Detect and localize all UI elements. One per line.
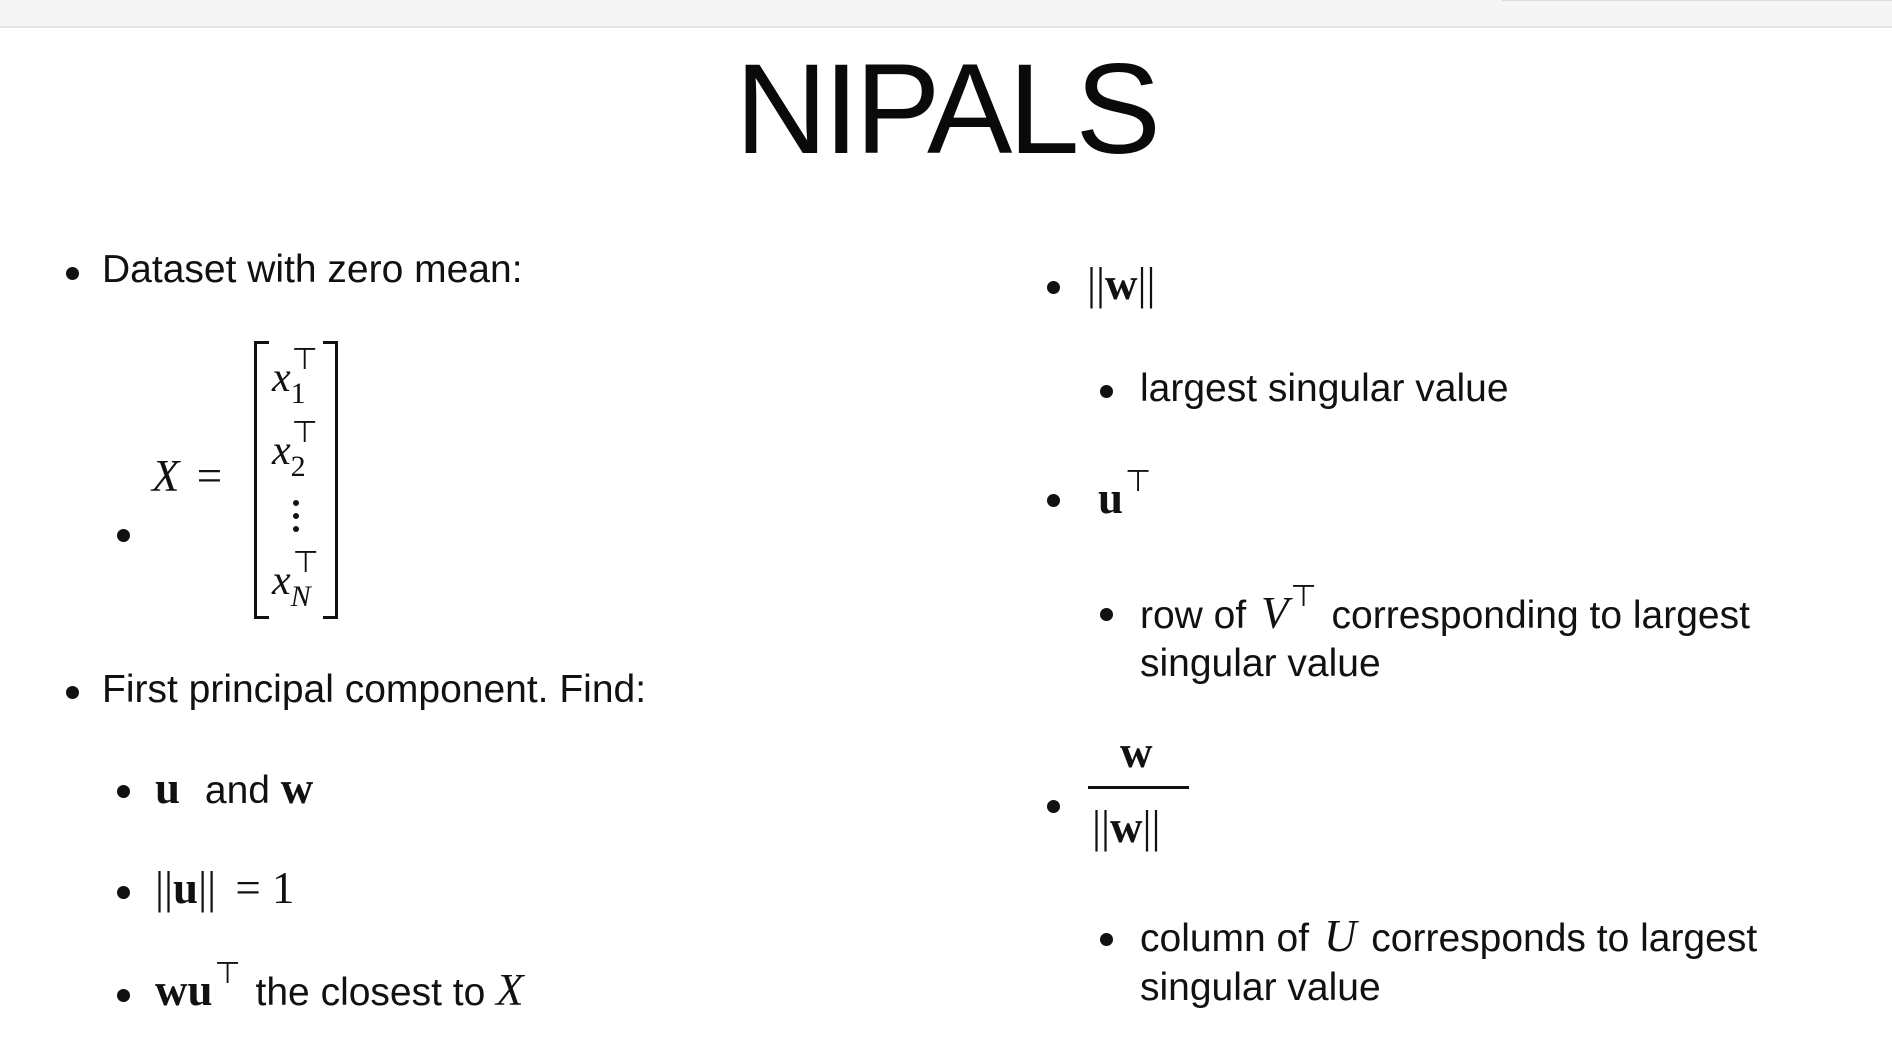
first-pc-label: First principal component. Find: bbox=[102, 668, 647, 711]
matrix-row-n-var: x bbox=[272, 558, 291, 604]
norm-u-close: || bbox=[198, 863, 217, 913]
matrix-row-1: x1⊤ bbox=[272, 343, 318, 410]
fraction-den-var: w bbox=[1110, 802, 1143, 852]
u-transpose-var: u bbox=[1098, 473, 1124, 523]
matrix-lhs-var: X bbox=[152, 451, 180, 501]
u-and-w-w: w bbox=[280, 763, 314, 813]
bullet-column-of-u bbox=[1100, 933, 1113, 946]
item-closest: wu⊤ the closest to X bbox=[155, 957, 524, 1020]
row-of-vt-before: row of bbox=[1140, 594, 1247, 637]
row-of-vt-line2: singular value bbox=[1140, 642, 1381, 685]
matrix-right-bracket bbox=[323, 341, 338, 619]
matrix-equals: = bbox=[196, 451, 223, 501]
bullet-row-of-vt bbox=[1100, 608, 1113, 621]
u-and-w-u: u bbox=[155, 763, 181, 813]
column-of-u-after: corresponds to largest bbox=[1371, 917, 1758, 960]
row-of-vt-line1: row of V⊤ corresponding to largest bbox=[1140, 580, 1750, 643]
item-norm-u: ||u|| = 1 bbox=[155, 864, 294, 912]
closest-u: u bbox=[187, 965, 213, 1015]
bullet-largest-sv bbox=[1100, 385, 1113, 398]
item-u-transpose: u⊤ bbox=[1098, 465, 1151, 528]
norm-w-open: || bbox=[1087, 259, 1106, 309]
matrix-row-1-index: 1 bbox=[290, 377, 306, 410]
fraction-den-close: || bbox=[1142, 802, 1161, 852]
tab-edge-divider bbox=[1502, 0, 1892, 1]
matrix-row-2-transpose: ⊤ bbox=[291, 416, 318, 449]
matrix-left-bracket bbox=[254, 341, 269, 619]
bullet-matrix bbox=[117, 529, 130, 542]
fraction-den-open: || bbox=[1092, 802, 1111, 852]
matrix-row-1-var: x bbox=[272, 355, 291, 401]
norm-u-rhs: = 1 bbox=[235, 863, 295, 913]
fraction-bar bbox=[1088, 786, 1189, 789]
closest-text: the closest to bbox=[255, 971, 486, 1014]
largest-singular-value: largest singular value bbox=[1140, 367, 1509, 410]
column-of-u-before: column of bbox=[1140, 917, 1310, 960]
closest-x: X bbox=[496, 965, 524, 1015]
norm-u-open: || bbox=[155, 863, 174, 913]
bullet-u-and-w bbox=[117, 785, 130, 798]
slide-title: NIPALS bbox=[735, 38, 1161, 181]
bullet-norm-w bbox=[1047, 281, 1060, 294]
fraction-denominator: ||w|| bbox=[1092, 798, 1161, 856]
column-of-u-var: U bbox=[1323, 911, 1357, 961]
item-u-and-w: u and w bbox=[155, 764, 313, 815]
bullet-dataset bbox=[66, 267, 79, 280]
row-of-vt-after: corresponding to largest bbox=[1331, 594, 1750, 637]
column-of-u-line2: singular value bbox=[1140, 966, 1381, 1009]
norm-u-var: u bbox=[173, 863, 199, 913]
matrix-row-2-var: x bbox=[272, 428, 291, 474]
matrix-row-n-transpose: ⊤ bbox=[292, 546, 319, 579]
dataset-label: Dataset with zero mean: bbox=[102, 248, 523, 291]
bullet-closest bbox=[117, 989, 130, 1002]
closest-w: w bbox=[155, 965, 188, 1015]
norm-w-var: w bbox=[1105, 259, 1138, 309]
matrix-ellipsis-dot-2 bbox=[293, 513, 299, 519]
matrix-row-2-index: 2 bbox=[290, 450, 306, 483]
matrix-row-n-index: N bbox=[290, 580, 311, 613]
norm-w-close: || bbox=[1137, 259, 1156, 309]
bullet-u-transpose bbox=[1047, 494, 1060, 507]
row-of-vt-transpose: ⊤ bbox=[1290, 580, 1317, 613]
bullet-first-pc bbox=[66, 686, 79, 699]
matrix-ellipsis-dot-1 bbox=[293, 500, 299, 506]
bullet-fraction bbox=[1047, 800, 1060, 813]
u-transpose-symbol: ⊤ bbox=[1125, 465, 1152, 498]
matrix-ellipsis-dot-3 bbox=[293, 526, 299, 532]
row-of-vt-var: V bbox=[1261, 588, 1289, 638]
bullet-norm-u bbox=[117, 886, 130, 899]
u-and-w-and: and bbox=[204, 769, 270, 812]
matrix-row-n: xN⊤ bbox=[272, 546, 319, 613]
matrix-row-2: x2⊤ bbox=[272, 416, 318, 483]
closest-transpose: ⊤ bbox=[214, 957, 241, 990]
fraction-numerator: w bbox=[1120, 727, 1153, 777]
column-of-u-line1: column of U corresponds to largest bbox=[1140, 912, 1757, 963]
window-top-bar bbox=[0, 0, 1892, 28]
matrix-lhs: X = bbox=[152, 450, 222, 502]
item-norm-w: ||w|| bbox=[1087, 260, 1156, 308]
matrix-row-1-transpose: ⊤ bbox=[291, 343, 318, 376]
